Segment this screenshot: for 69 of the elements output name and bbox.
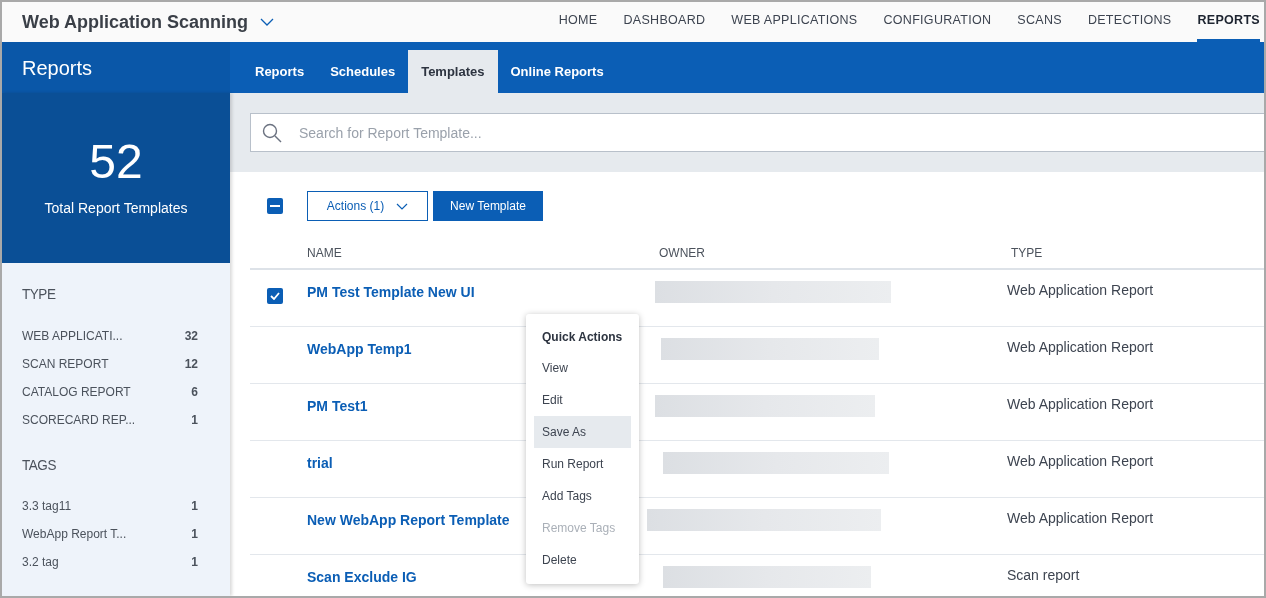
menu-item[interactable]: Add Tags: [534, 480, 631, 512]
menu-item[interactable]: View: [534, 352, 631, 384]
tab[interactable]: Schedules: [317, 50, 409, 93]
facet-item[interactable]: WEB APPLICATI... 32: [22, 321, 210, 350]
facet-count: 1: [191, 526, 198, 543]
chevron-down-icon[interactable]: [260, 18, 274, 26]
facet-count: 1: [191, 498, 198, 515]
nav-link[interactable]: DASHBOARD: [623, 2, 706, 42]
tab[interactable]: Reports: [242, 50, 318, 93]
template-name-link[interactable]: WebApp Temp1: [307, 339, 412, 360]
column-header: TYPE: [1011, 245, 1043, 262]
type-cell-text: Web Application Report: [1007, 281, 1154, 300]
facet-label: 3.3 tag11: [22, 498, 72, 515]
tab[interactable]: Templates: [408, 50, 498, 93]
template-name-link[interactable]: New WebApp Report Template: [307, 510, 510, 531]
nav-link[interactable]: SCANS: [1017, 2, 1062, 42]
menu-item[interactable]: Edit: [534, 384, 631, 416]
minus-icon: [270, 205, 280, 207]
template-count: 52: [89, 137, 143, 186]
chevron-down-icon: [396, 202, 409, 210]
facet-label: WEB APPLICATI...: [22, 327, 123, 345]
new-template-button[interactable]: New Template: [433, 191, 543, 221]
nav-link[interactable]: HOME: [558, 2, 598, 42]
facet-label: SCORECARD REP...: [22, 411, 136, 429]
facet-label: 3.2 tag: [22, 554, 59, 571]
type-cell-text: Web Application Report: [1007, 509, 1154, 528]
section-title: Reports: [22, 55, 93, 81]
search-field[interactable]: Search for Report Template...: [250, 113, 1264, 152]
facet-count: 12: [184, 355, 198, 373]
facet-item[interactable]: 3.3 tag11 1: [22, 492, 210, 520]
type-cell-text: Web Application Report: [1007, 338, 1154, 357]
facet-count: 1: [191, 554, 198, 571]
facet-item[interactable]: 3.2 tag 1: [22, 548, 210, 576]
facet-count: 32: [184, 327, 198, 345]
template-name-link[interactable]: trial: [307, 453, 333, 474]
menu-item[interactable]: Delete: [534, 544, 631, 576]
check-icon: [270, 292, 280, 300]
type-cell-text: Web Application Report: [1007, 452, 1154, 471]
facet-label: SCAN REPORT: [22, 355, 109, 373]
facet-item[interactable]: CATALOG REPORT 6: [22, 377, 210, 406]
nav-link[interactable]: DETECTIONS: [1087, 2, 1172, 42]
search-icon: [262, 123, 282, 143]
facet-count: 1: [191, 411, 198, 429]
tab[interactable]: Online Reports: [497, 50, 617, 93]
template-name-link[interactable]: Scan Exclude IG: [307, 567, 417, 588]
type-cell-text: Web Application Report: [1007, 395, 1154, 414]
summary-label: Total Report Templates: [44, 198, 188, 218]
menu-item[interactable]: Save As: [534, 416, 631, 448]
select-all-checkbox[interactable]: [267, 198, 283, 214]
nav-link[interactable]: WEB APPLICATIONS: [731, 2, 858, 42]
type-cell-text: Scan report: [1007, 566, 1080, 585]
template-name-link[interactable]: PM Test1: [307, 396, 368, 417]
facet-heading: TAGS: [22, 454, 57, 475]
nav-link[interactable]: CONFIGURATION: [883, 2, 992, 42]
row-checkbox[interactable]: [267, 288, 283, 304]
column-header: OWNER: [659, 245, 706, 262]
menu-heading: Quick Actions: [541, 329, 624, 346]
facet-item[interactable]: SCAN REPORT 12: [22, 349, 210, 378]
actions-dropdown[interactable]: Actions (1): [307, 191, 428, 221]
facet-label: CATALOG REPORT: [22, 383, 131, 401]
facet-count: 6: [191, 383, 198, 401]
column-header: NAME: [307, 245, 343, 262]
facet-label: WebApp Report T...: [22, 526, 127, 543]
facet-heading: TYPE: [22, 284, 57, 304]
app-title: Web Application Scanning: [22, 10, 248, 34]
template-name-link[interactable]: PM Test Template New UI: [307, 282, 475, 303]
facet-item[interactable]: SCORECARD REP... 1: [22, 405, 210, 434]
menu-item[interactable]: Run Report: [534, 448, 631, 480]
facet-item[interactable]: WebApp Report T... 1: [22, 520, 210, 548]
